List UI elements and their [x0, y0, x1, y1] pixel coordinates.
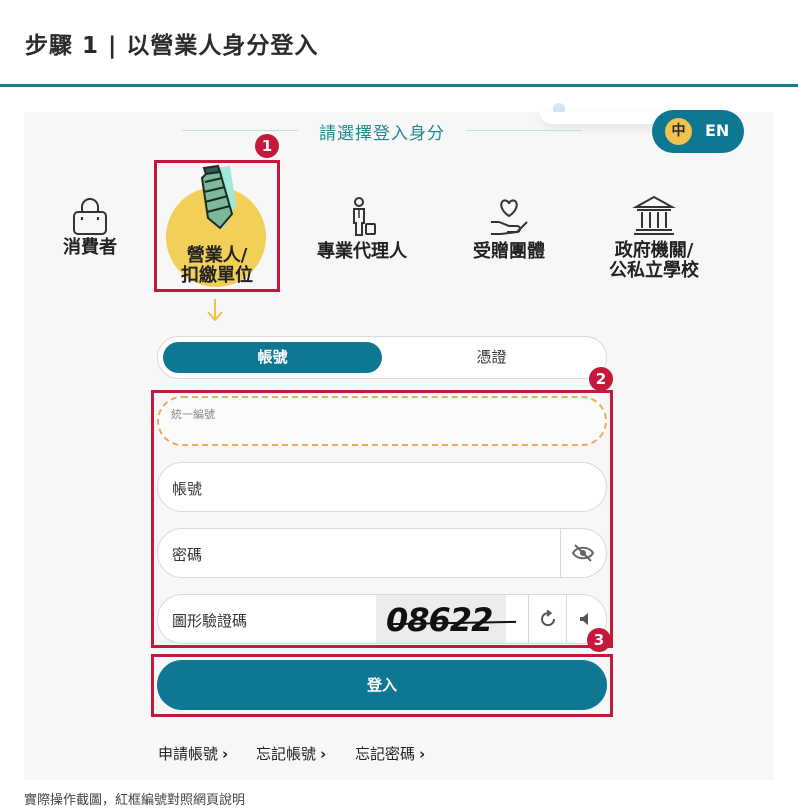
screenshot-caption: 實際操作截圖，紅框編號對照網頁說明	[24, 793, 246, 808]
lang-en-button[interactable]: EN	[705, 121, 729, 140]
heart-hand-icon	[491, 199, 528, 235]
role-agent[interactable]: 專業代理人	[310, 196, 414, 262]
forgot-password-label: 忘記密碼	[355, 745, 416, 763]
role-government-label-line2: 公私立學校	[609, 260, 699, 281]
choose-identity-title: 請選擇登入身分	[298, 119, 466, 144]
forgot-account-link[interactable]: 忘記帳號 ›	[256, 743, 326, 764]
tab-account[interactable]: 帳號	[163, 342, 382, 373]
lang-zh-button[interactable]: 中	[665, 118, 692, 145]
page-title: 步驟 1 | 以營業人身分登入	[25, 33, 319, 59]
login-method-tabs: 帳號 憑證	[157, 336, 607, 379]
apply-account-label: 申請帳號	[158, 745, 219, 763]
title-rule-right	[466, 130, 582, 131]
apply-account-link[interactable]: 申請帳號 ›	[158, 743, 228, 764]
top-card-edge	[540, 112, 670, 124]
chevron-right-icon: ›	[320, 745, 327, 763]
callout-box-3	[151, 654, 613, 717]
page-header: 步驟 1 | 以營業人身分登入	[0, 0, 798, 86]
forgot-password-link[interactable]: 忘記密碼 ›	[355, 743, 425, 764]
chevron-right-icon: ›	[222, 745, 229, 763]
callout-badge-3: 3	[587, 628, 611, 652]
arrow-down-icon	[207, 299, 223, 322]
callout-box-2	[151, 390, 613, 648]
header-divider	[0, 84, 798, 87]
role-consumer[interactable]: 消費者	[55, 198, 125, 258]
language-switch[interactable]: 中 EN	[652, 110, 744, 153]
tab-certificate[interactable]: 憑證	[382, 342, 601, 373]
person-briefcase-icon	[353, 197, 376, 236]
role-government[interactable]: 政府機關/ 公私立學校	[600, 195, 708, 281]
callout-badge-2: 2	[589, 367, 613, 391]
government-building-icon	[632, 195, 676, 235]
callout-badge-1: 1	[255, 134, 279, 158]
role-donee[interactable]: 受贈團體	[466, 196, 552, 262]
role-agent-label: 專業代理人	[317, 241, 407, 262]
forgot-account-label: 忘記帳號	[256, 745, 317, 763]
role-consumer-label: 消費者	[63, 237, 117, 258]
title-rule-left	[182, 130, 298, 131]
shopping-bag-icon	[73, 198, 107, 235]
role-donee-label: 受贈團體	[473, 241, 545, 262]
callout-box-1	[154, 160, 280, 292]
chevron-right-icon: ›	[419, 745, 426, 763]
role-government-label-line1: 政府機關/	[614, 240, 694, 261]
